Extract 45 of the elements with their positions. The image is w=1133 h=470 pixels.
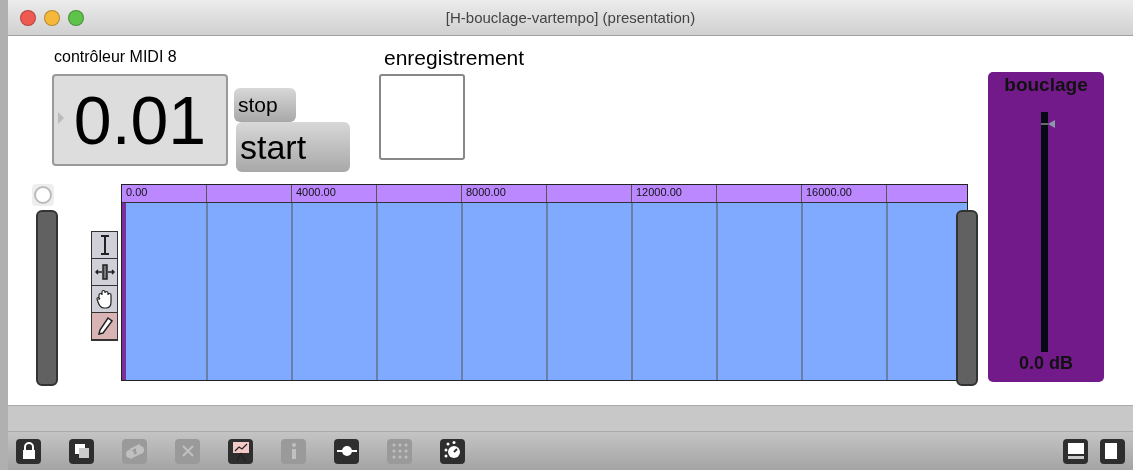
scroll-handle[interactable]: [956, 210, 978, 386]
toolbar-button[interactable]: [440, 438, 465, 464]
waveform-editor[interactable]: 0.00 4000.00 8000.00 12000.00 16000.00: [121, 184, 968, 381]
bottom-pane-icon: [1066, 442, 1085, 460]
grid-icon: [391, 443, 408, 459]
dial-icon: [442, 441, 463, 461]
message-button[interactable]: stop: [234, 88, 296, 122]
info-icon: [290, 443, 297, 459]
record-toggle[interactable]: [379, 74, 465, 160]
resize-arrows-icon: [94, 262, 115, 282]
overlapping-squares-icon: [72, 442, 91, 460]
hand-icon: [94, 288, 115, 310]
lock-icon: [20, 442, 37, 460]
triangle-icon: [58, 112, 64, 124]
tool-button[interactable]: [92, 259, 117, 286]
number-box[interactable]: 0.01: [52, 74, 228, 166]
tool-button[interactable]: [92, 232, 117, 259]
controller-label: contrôleur MIDI 8: [54, 48, 177, 66]
toggle-button[interactable]: [32, 184, 54, 206]
message-button[interactable]: start: [236, 122, 350, 172]
scroll-handle[interactable]: [36, 210, 58, 386]
ruler-label: 12000.00: [636, 186, 682, 198]
toolbar-button[interactable]: [69, 438, 94, 464]
toolbar-button[interactable]: [1100, 438, 1125, 464]
close-icon: [181, 445, 194, 457]
toolbar-button[interactable]: [16, 438, 41, 464]
zoom-button[interactable]: [68, 9, 84, 26]
record-label: enregistrement: [384, 46, 525, 70]
toolbar-button[interactable]: [334, 438, 359, 464]
ruler-label: 4000.00: [296, 186, 336, 198]
gain-reading: 0.0 dB: [1018, 353, 1074, 374]
slider-thumb[interactable]: [1041, 120, 1055, 128]
chart-easel-icon: [230, 440, 251, 462]
tool-button[interactable]: [92, 286, 117, 313]
ruler-label: 8000.00: [466, 186, 506, 198]
tool-button[interactable]: [92, 313, 117, 340]
pencil-icon: [95, 316, 114, 336]
toolbar-button[interactable]: [228, 438, 253, 464]
gain-label: bouclage: [1003, 74, 1089, 96]
slider-knob-icon: [336, 445, 357, 457]
window-title: [H-bouclage-vartempo] (presentation): [444, 9, 697, 26]
ruler-label: 0.00: [126, 186, 148, 198]
ruler-label: 16000.00: [806, 186, 852, 198]
close-button[interactable]: [20, 9, 36, 26]
toolbar-button[interactable]: [1063, 438, 1088, 464]
